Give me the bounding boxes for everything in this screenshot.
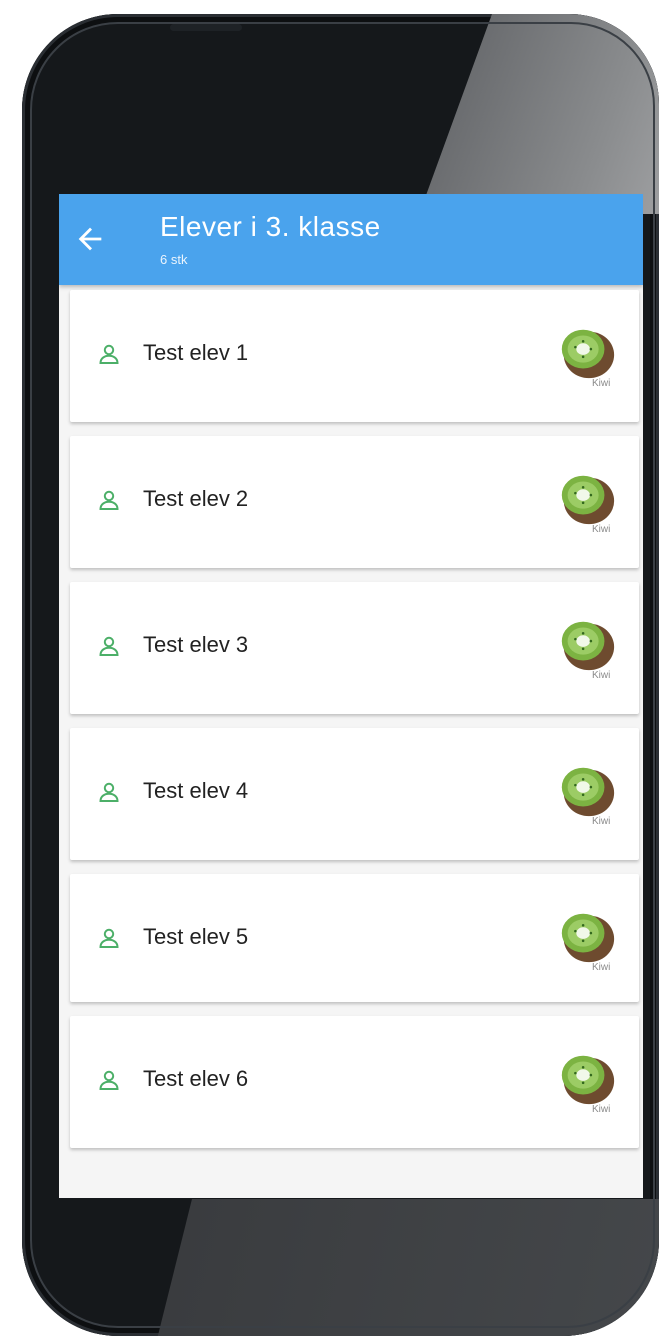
- person-icon: [97, 926, 121, 950]
- kiwi-icon: [556, 612, 618, 674]
- kiwi-icon: [556, 1046, 618, 1108]
- student-card[interactable]: Test elev 2 Kiwi: [70, 436, 639, 568]
- group-label: Kiwi: [592, 524, 611, 535]
- student-card[interactable]: Test elev 3 Kiwi: [70, 582, 639, 714]
- student-card[interactable]: Test elev 4 Kiwi: [70, 728, 639, 860]
- student-card[interactable]: Test elev 1 Kiwi: [70, 290, 639, 422]
- person-icon: [97, 488, 121, 512]
- student-name: Test elev 3: [143, 632, 249, 657]
- group-label: Kiwi: [592, 1104, 611, 1115]
- app-bar: Elever i 3. klasse 6 stk: [59, 194, 643, 285]
- group-label: Kiwi: [592, 378, 611, 389]
- student-list: Test elev 1 Kiwi Test elev 2 Kiwi Test e…: [70, 290, 639, 1162]
- student-name: Test elev 5: [143, 924, 249, 949]
- kiwi-icon: [556, 466, 618, 528]
- person-icon: [97, 634, 121, 658]
- person-icon: [97, 1068, 121, 1092]
- group-label: Kiwi: [592, 670, 611, 681]
- student-name: Test elev 6: [143, 1066, 249, 1091]
- page-subtitle: 6 stk: [160, 252, 188, 267]
- student-name: Test elev 1: [143, 340, 249, 365]
- screen-glare-top: [419, 14, 659, 214]
- group-label: Kiwi: [592, 962, 611, 973]
- screen-glare-bottom: [147, 1199, 659, 1336]
- arrow-left-icon: [78, 227, 102, 251]
- app-screen: Elever i 3. klasse 6 stk Test elev 1 Kiw…: [59, 194, 643, 1198]
- kiwi-icon: [556, 758, 618, 820]
- kiwi-icon: [556, 320, 618, 382]
- student-name: Test elev 2: [143, 486, 249, 511]
- person-icon: [97, 780, 121, 804]
- student-name: Test elev 4: [143, 778, 249, 803]
- back-button[interactable]: [73, 222, 107, 256]
- student-card[interactable]: Test elev 6 Kiwi: [70, 1016, 639, 1148]
- group-label: Kiwi: [592, 816, 611, 827]
- page-title: Elever i 3. klasse: [160, 211, 381, 242]
- phone-side-button: [170, 24, 242, 31]
- student-card[interactable]: Test elev 5 Kiwi: [70, 874, 639, 1002]
- kiwi-icon: [556, 904, 618, 966]
- person-icon: [97, 342, 121, 366]
